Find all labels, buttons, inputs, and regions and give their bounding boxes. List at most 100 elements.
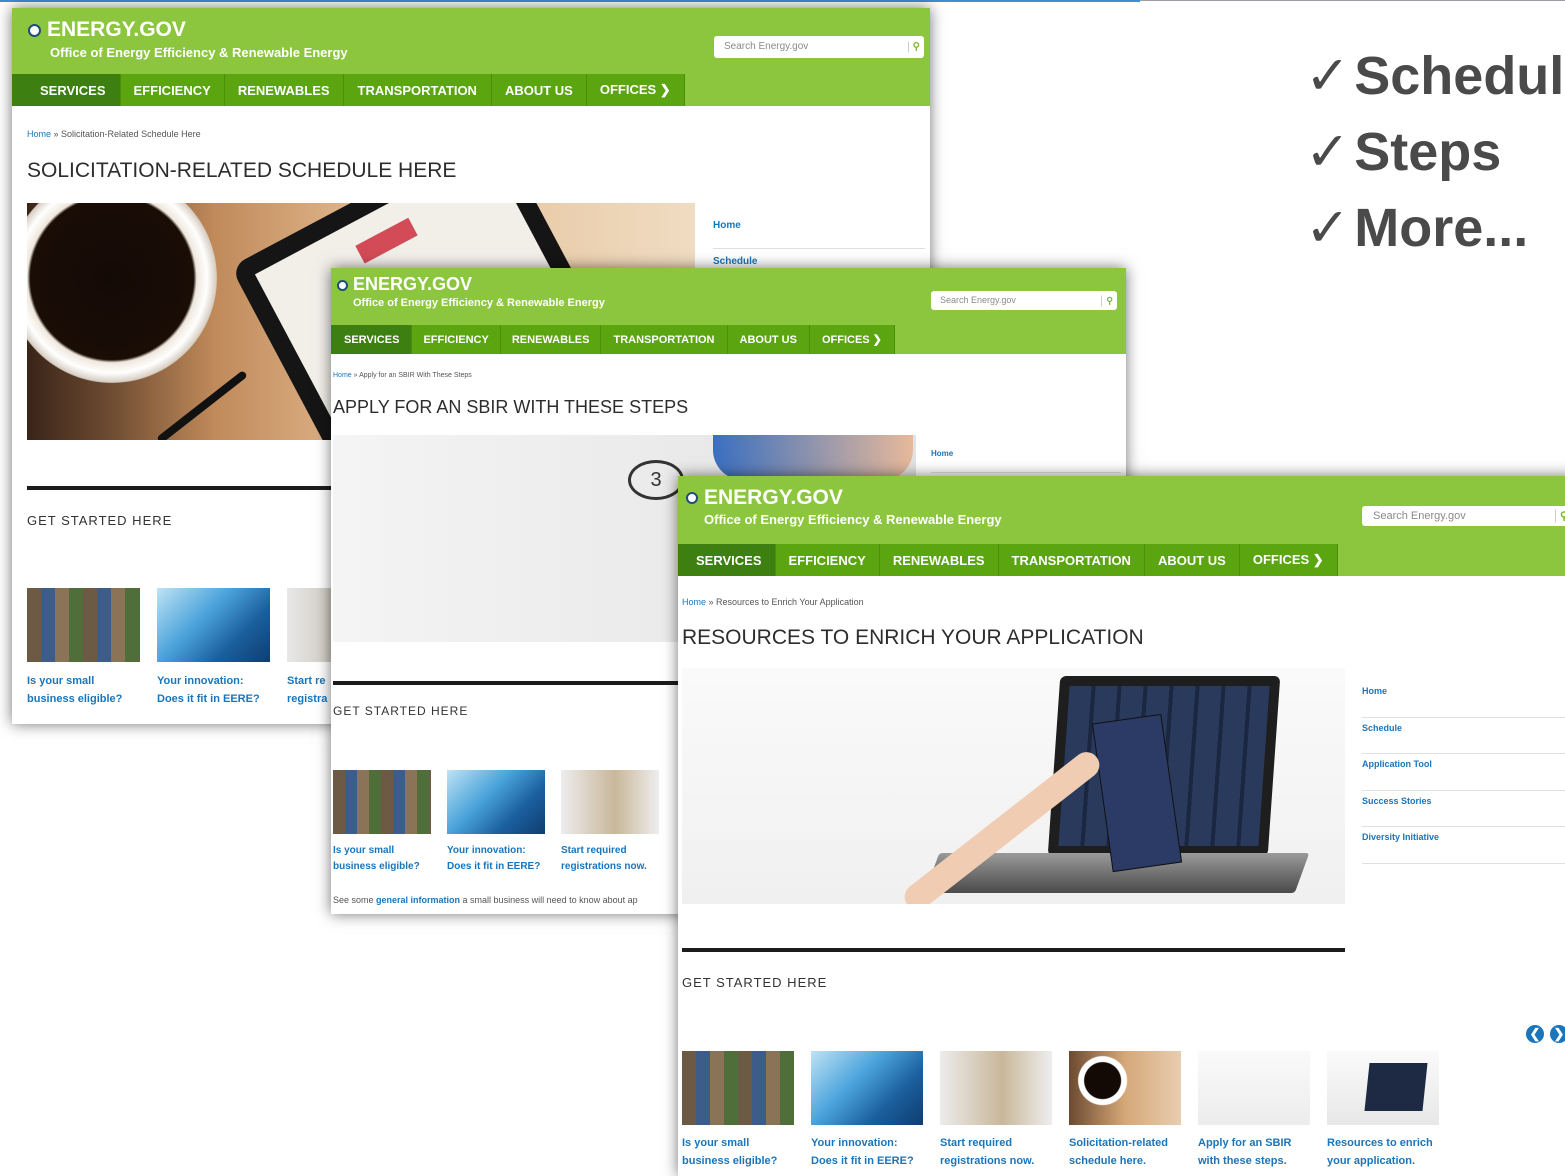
solar-wind-image <box>811 1051 923 1125</box>
help-sign-image <box>561 770 659 834</box>
sidebar-nav: Home <box>931 443 1121 473</box>
nav-transportation[interactable]: TRANSPORTATION <box>999 544 1145 576</box>
get-started-tiles: Is your small business eligible? Your inn… <box>333 770 659 875</box>
tile-registrations[interactable]: Start required registrations now. <box>561 770 659 875</box>
pen-graphic <box>156 369 248 440</box>
doe-seal-icon <box>28 23 41 37</box>
sidebar-item-schedule[interactable]: Schedule <box>1362 718 1565 754</box>
nav-about-us[interactable]: ABOUT US <box>728 325 810 354</box>
carousel-prev-icon[interactable]: ❮ <box>1526 1025 1544 1043</box>
tile-innovation[interactable]: Your innovation: Does it fit in EERE? <box>447 770 545 875</box>
people-collage-image <box>682 1051 794 1125</box>
screenshot-resources: ENERGY.GOV Office of Energy Efficiency &… <box>678 476 1565 1176</box>
sidebar-item-application-tool[interactable]: Application Tool <box>1362 754 1565 791</box>
nav-services[interactable]: SERVICES <box>678 544 776 576</box>
nav-renewables[interactable]: RENEWABLES <box>880 544 999 576</box>
search-input[interactable]: Search Energy.gov ⚲ <box>931 291 1117 310</box>
section-heading: GET STARTED HERE <box>333 704 469 718</box>
hand-marker-graphic <box>713 435 913 480</box>
checkmark-icon: ✓ <box>1305 122 1351 182</box>
tile-eligible[interactable]: Is your small business eligible? <box>333 770 431 875</box>
sidebar-nav: Home Schedule Application Tool Success S… <box>1362 681 1565 864</box>
office-name: Office of Energy Efficiency & Renewable … <box>50 45 348 60</box>
nav-offices[interactable]: OFFICES ❯ <box>587 74 685 106</box>
bullet-steps: ✓Steps <box>1305 122 1502 182</box>
bullet-schedule: ✓Schedule <box>1305 46 1565 106</box>
tile-innovation[interactable]: Your innovation: Does it fit in EERE? <box>811 1051 923 1170</box>
general-information-link[interactable]: general information <box>376 895 460 905</box>
office-name: Office of Energy Efficiency & Renewable … <box>353 297 605 309</box>
nav-renewables[interactable]: RENEWABLES <box>501 325 602 354</box>
sidebar-item-home[interactable]: Home <box>1362 681 1565 718</box>
breadcrumb: Home » Resources to Enrich Your Applicat… <box>682 597 864 607</box>
energy-gov-logo[interactable]: ENERGY.GOV <box>686 486 843 510</box>
sidebar-item-home[interactable]: Home <box>713 213 925 249</box>
breadcrumb-home-link[interactable]: Home <box>27 129 51 139</box>
page-title: SOLICITATION-RELATED SCHEDULE HERE <box>27 159 457 182</box>
site-header: ENERGY.GOV Office of Energy Efficiency &… <box>12 8 930 106</box>
tile-resources[interactable]: Resources to enrich your application. <box>1327 1051 1439 1170</box>
carousel-arrows: ❮ ❯ <box>1526 1025 1565 1043</box>
coffee-cup-graphic <box>27 203 217 383</box>
slide-top-line <box>0 0 1140 2</box>
energy-gov-logo[interactable]: ENERGY.GOV <box>337 274 472 295</box>
nav-about-us[interactable]: ABOUT US <box>1145 544 1240 576</box>
tile-registrations[interactable]: Start required registrations now. <box>940 1051 1052 1170</box>
solar-wind-image <box>157 588 270 662</box>
breadcrumb-home-link[interactable]: Home <box>333 372 352 379</box>
carousel-next-icon[interactable]: ❯ <box>1550 1025 1565 1043</box>
get-started-tiles: Is your small business eligible? Your inn… <box>682 1051 1439 1170</box>
nav-offices[interactable]: OFFICES ❯ <box>1240 544 1338 576</box>
search-icon[interactable]: ⚲ <box>907 41 920 53</box>
slide-bullets: ✓Schedule ✓Steps ✓More... <box>1305 38 1565 266</box>
office-name: Office of Energy Efficiency & Renewable … <box>704 512 1002 527</box>
nav-about-us[interactable]: ABOUT US <box>492 74 587 106</box>
doe-seal-icon <box>337 279 348 291</box>
nav-services[interactable]: SERVICES <box>331 325 413 354</box>
tile-schedule[interactable]: Solicitation-related schedule here. <box>1069 1051 1181 1170</box>
slide-top-line-gray <box>1140 0 1565 1</box>
tile-steps[interactable]: Apply for an SBIR with these steps. <box>1198 1051 1310 1170</box>
checkmark-icon: ✓ <box>1305 198 1351 258</box>
nav-efficiency[interactable]: EFFICIENCY <box>776 544 880 576</box>
nav-services[interactable]: SERVICES <box>12 74 121 106</box>
nav-offices[interactable]: OFFICES ❯ <box>810 325 895 354</box>
coffee-tablet-image <box>1069 1051 1181 1125</box>
doe-seal-icon <box>686 492 698 505</box>
hero-image-laptop-books <box>682 668 1345 904</box>
nav-renewables[interactable]: RENEWABLES <box>225 74 344 106</box>
energy-gov-logo[interactable]: ENERGY.GOV <box>28 18 186 42</box>
step-three-circle: 3 <box>628 460 684 500</box>
breadcrumb: Home » Apply for an SBIR With These Step… <box>333 372 472 379</box>
tile-innovation[interactable]: Your innovation: Does it fit in EERE? <box>157 588 270 708</box>
search-icon[interactable]: ⚲ <box>1554 509 1565 523</box>
site-header: ENERGY.GOV Office of Energy Efficiency &… <box>331 268 1126 354</box>
nav-efficiency[interactable]: EFFICIENCY <box>412 325 501 354</box>
steps-diagram-image <box>1198 1051 1310 1125</box>
info-paragraph: See some general information a small bus… <box>333 895 638 905</box>
checkmark-icon: ✓ <box>1305 46 1351 106</box>
nav-spacer <box>894 325 1126 354</box>
section-heading: GET STARTED HERE <box>27 513 173 528</box>
nav-spacer <box>684 74 930 106</box>
help-sign-image <box>940 1051 1052 1125</box>
people-collage-image <box>27 588 140 662</box>
nav-spacer <box>1337 544 1565 576</box>
sidebar-item-home[interactable]: Home <box>931 443 1121 473</box>
main-nav: SERVICES EFFICIENCY RENEWABLES TRANSPORT… <box>678 544 1565 576</box>
sidebar-item-success-stories[interactable]: Success Stories <box>1362 791 1565 827</box>
nav-transportation[interactable]: TRANSPORTATION <box>344 74 492 106</box>
nav-transportation[interactable]: TRANSPORTATION <box>601 325 728 354</box>
page-title: RESOURCES TO ENRICH YOUR APPLICATION <box>682 626 1144 649</box>
page-title: APPLY FOR AN SBIR WITH THESE STEPS <box>333 397 689 417</box>
sidebar-item-diversity-initiative[interactable]: Diversity Initiative <box>1362 827 1565 864</box>
section-heading: GET STARTED HERE <box>682 975 828 990</box>
section-divider <box>682 948 1345 952</box>
search-input[interactable]: Search Energy.gov ⚲ <box>1362 506 1565 526</box>
search-input[interactable]: Search Energy.gov ⚲ <box>714 36 924 58</box>
nav-efficiency[interactable]: EFFICIENCY <box>121 74 225 106</box>
search-icon[interactable]: ⚲ <box>1101 295 1113 306</box>
breadcrumb-home-link[interactable]: Home <box>682 597 706 607</box>
tile-eligible[interactable]: Is your small business eligible? <box>682 1051 794 1170</box>
tile-eligible[interactable]: Is your small business eligible? <box>27 588 140 708</box>
